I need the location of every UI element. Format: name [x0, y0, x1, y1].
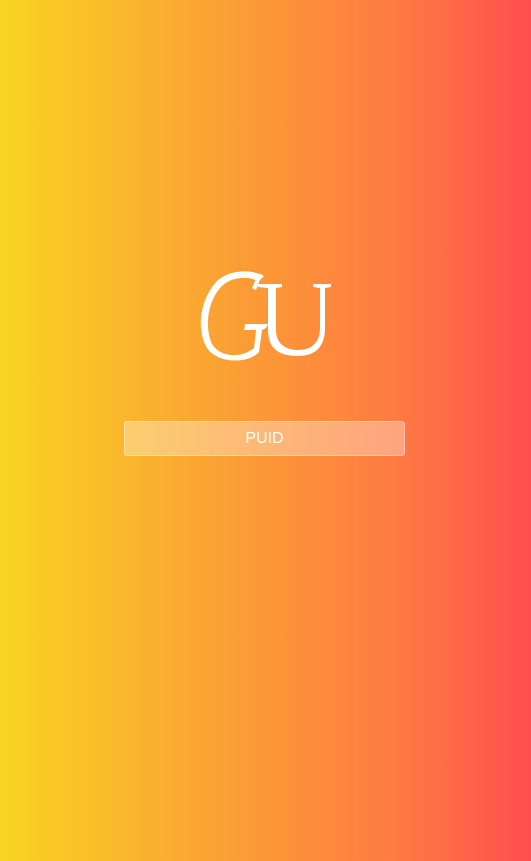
gu-logo-icon [196, 268, 336, 364]
gu-logo-svg [200, 271, 331, 361]
puid-input[interactable] [124, 421, 405, 456]
logo-letter-u-shape [258, 284, 331, 356]
login-screen [0, 0, 531, 861]
